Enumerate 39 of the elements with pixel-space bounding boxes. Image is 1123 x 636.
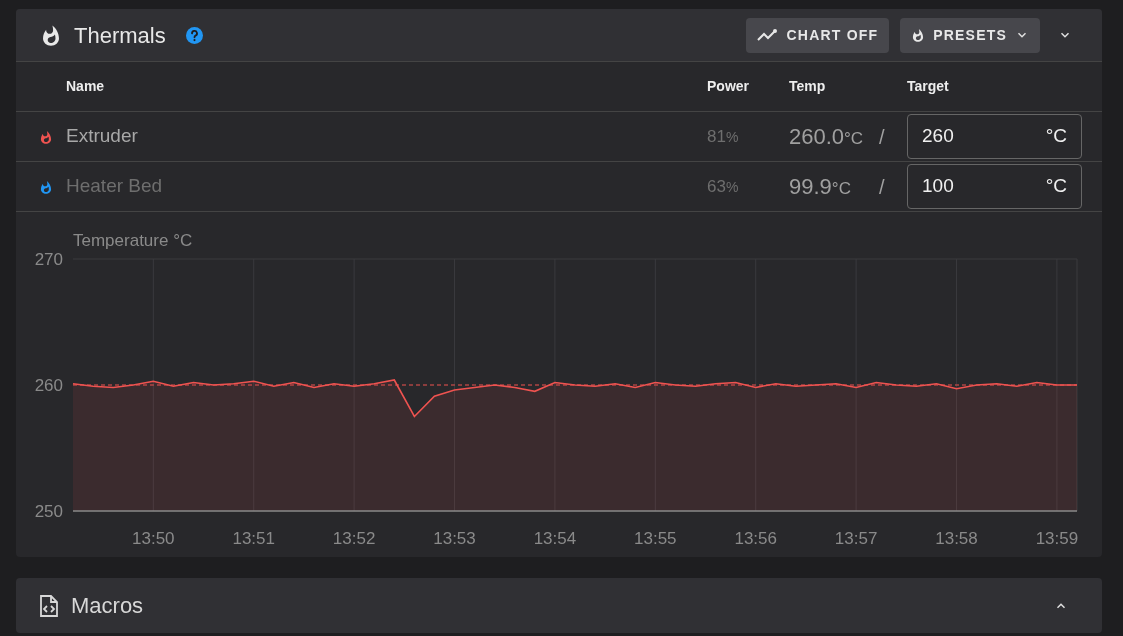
flame-icon [39,129,53,144]
chart-title: Temperature °C [73,231,193,250]
flame-icon [39,179,53,194]
x-tick-label: 13:55 [634,529,677,548]
chart-toggle-button[interactable]: CHART OFF [745,17,890,53]
separator: / [879,174,886,200]
target-input[interactable]: 260 °C [907,114,1082,159]
column-header: Temp [789,77,827,96]
separator: / [879,124,886,150]
x-tick-label: 13:51 [232,529,275,548]
heater-name: Extruder [66,124,139,149]
card-title: Macros [71,592,145,620]
chart-line-icon [756,28,779,42]
x-tick-label: 13:53 [433,529,476,548]
power-reading: 81% [707,125,740,148]
column-header: Target [907,77,949,96]
heater-name: Heater Bed [66,174,164,199]
power-reading: 63% [707,175,740,198]
temp-reading: 260.0°C [789,123,865,151]
y-tick-label: 250 [34,502,63,521]
x-tick-label: 13:56 [734,529,777,548]
column-header: Name [66,77,106,96]
y-tick-label: 270 [34,250,63,269]
code-file-icon [39,593,59,618]
x-tick-label: 13:58 [935,529,978,548]
presets-button[interactable]: PRESETS [900,17,1040,53]
flame-icon [911,28,926,42]
card-title: Thermals [74,21,166,50]
temp-reading: 99.9°C [789,173,852,201]
x-tick-label: 13:54 [533,529,577,548]
x-tick-label: 13:57 [834,529,878,548]
x-tick-label: 13:52 [332,529,376,548]
y-tick-label: 260 [34,376,63,395]
column-header: Power [707,77,750,96]
help-icon[interactable] [185,26,203,44]
x-tick-label: 13:59 [1035,529,1079,548]
x-tick-label: 13:50 [132,529,175,548]
target-input[interactable]: 100 °C [907,164,1082,209]
flame-icon [40,24,62,46]
